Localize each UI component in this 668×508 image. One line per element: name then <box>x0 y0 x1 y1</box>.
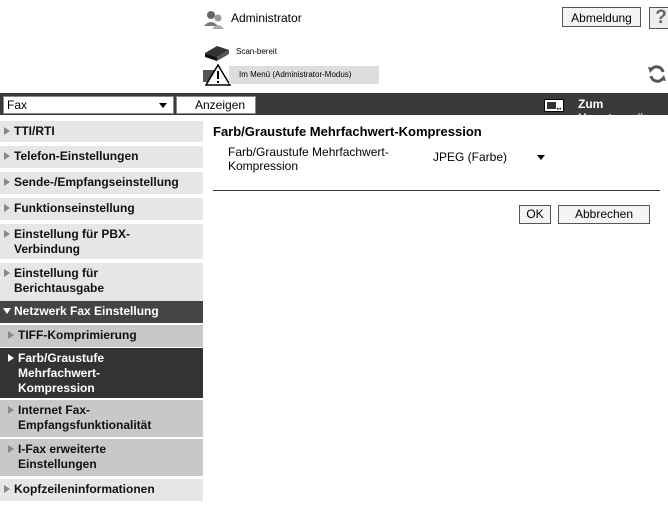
logout-button[interactable]: Abmeldung <box>562 7 641 27</box>
sidebar-item-farb-graustufe[interactable]: Farb/Graustufe Mehrfachwert- Kompression <box>0 348 203 398</box>
main-menu-icon <box>544 99 564 112</box>
sidebar-item-tiff[interactable]: TIFF-Komprimierung <box>0 325 203 347</box>
mode-status: Im Menü (Administrator-Modus) <box>229 66 379 84</box>
help-button[interactable]: ? <box>649 7 668 29</box>
caret-right-icon <box>4 152 10 160</box>
mode-select-value: Fax <box>7 98 28 112</box>
sidebar-item-internet-fax[interactable]: Internet Fax- Empfangsfunktionalität <box>0 400 203 437</box>
divider <box>213 190 660 191</box>
sidebar-item-netzwerk-fax[interactable]: Netzwerk Fax Einstellung <box>0 301 203 323</box>
sidebar-item-pbx[interactable]: Einstellung für PBX- Verbindung <box>0 224 203 259</box>
sidebar-item-bericht[interactable]: Einstellung für Berichtausgabe <box>0 263 203 301</box>
caret-right-icon <box>4 485 10 493</box>
user-icon <box>204 11 224 29</box>
caret-right-icon <box>4 204 10 212</box>
ok-button[interactable]: OK <box>519 205 551 224</box>
caret-right-icon <box>4 127 10 135</box>
sidebar-item-tti-rti[interactable]: TTI/RTI <box>0 121 203 142</box>
compression-select-value: JPEG (Farbe) <box>433 150 508 164</box>
sidebar-item-telefon[interactable]: Telefon-Einstellungen <box>0 146 203 168</box>
warning-icon <box>203 64 231 86</box>
chevron-down-icon <box>159 103 167 108</box>
caret-right-icon <box>4 178 10 186</box>
caret-down-icon <box>3 308 11 314</box>
main-menu-link[interactable]: Zum Hauptmenü <box>578 97 668 125</box>
sidebar-item-sende-empfang[interactable]: Sende-/Empfangseinstellung <box>0 172 203 194</box>
page-title: Farb/Graustufe Mehrfachwert-Kompression <box>213 124 482 139</box>
chevron-down-icon <box>537 155 545 160</box>
caret-right-icon <box>8 445 14 453</box>
sidebar-item-kopfzeilen[interactable]: Kopfzeileninformationen <box>0 479 203 501</box>
caret-right-icon <box>8 331 14 339</box>
compression-field-label: Farb/Graustufe Mehrfachwert- Kompression <box>228 145 389 173</box>
sidebar-item-funktion[interactable]: Funktionseinstellung <box>0 198 203 220</box>
sidebar-item-ifax-erweitert[interactable]: I-Fax erweiterte Einstellungen <box>0 439 203 476</box>
caret-right-icon <box>8 354 14 362</box>
scan-status: Scan-bereit <box>236 47 277 56</box>
cancel-button[interactable]: Abbrechen <box>558 205 650 224</box>
caret-right-icon <box>4 269 10 277</box>
caret-right-icon <box>4 230 10 238</box>
compression-select[interactable]: JPEG (Farbe) <box>431 148 549 166</box>
user-name: Administrator <box>231 11 302 25</box>
printer-icon <box>205 46 229 61</box>
display-button[interactable]: Anzeigen <box>176 96 256 114</box>
refresh-icon[interactable] <box>647 64 667 84</box>
caret-right-icon <box>8 406 14 414</box>
mode-select[interactable]: Fax <box>3 96 174 114</box>
